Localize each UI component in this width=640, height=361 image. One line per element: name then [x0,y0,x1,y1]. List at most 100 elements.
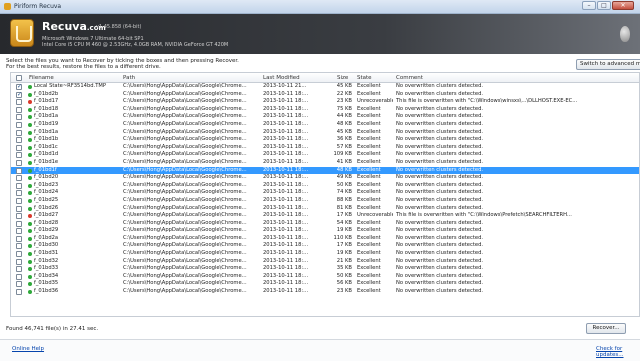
file-row[interactable]: f_01bd29 C:\Users\Hong\AppData\Local\Goog… [11,227,639,235]
file-name: f_01bd23 [34,181,59,188]
file-row[interactable]: f_01bd17 C:\Users\Hong\AppData\Local\Goog… [11,98,639,106]
file-select-checkbox[interactable] [16,273,22,280]
file-row[interactable]: f_01bd27 C:\Users\Hong\AppData\Local\Goog… [11,212,639,220]
file-select-checkbox[interactable] [16,197,22,204]
file-row[interactable]: f_01bd23 C:\Users\Hong\AppData\Local\Goog… [11,181,639,190]
maximize-button[interactable]: □ [597,1,611,10]
system-info: Microsoft Windows 7 Ultimate 64-bit SP1 … [42,36,228,48]
file-select-checkbox[interactable] [16,220,22,227]
file-select-checkbox[interactable] [16,129,22,136]
file-row[interactable]: f_01bd25 C:\Users\Hong\AppData\Local\Goog… [11,197,639,205]
file-row[interactable]: f_01bd28 C:\Users\Hong\AppData\Local\Goog… [11,219,639,228]
minimize-button[interactable]: – [582,1,596,10]
file-path: C:\Users\Hong\AppData\Local\Google\Chrom… [123,98,247,105]
file-row[interactable]: f_01bd1e C:\Users\Hong\AppData\Local\Goog… [11,158,639,167]
file-row[interactable]: f_01bd31 C:\Users\Hong\AppData\Local\Goog… [11,250,639,258]
column-header-comment[interactable]: Comment [396,75,423,81]
file-select-checkbox[interactable] [16,121,22,128]
file-comment: No overwritten clusters detected. [396,174,484,181]
file-size: 44 KB [336,113,352,120]
file-size: 81 KB [336,204,352,211]
file-path: C:\Users\Hong\AppData\Local\Google\Chrom… [123,83,247,89]
file-name: Local State~RF3514bd.TMP [34,83,106,89]
state-indicator-icon [28,92,32,97]
file-row[interactable]: f_01bd1f C:\Users\Hong\AppData\Local\Goog… [11,166,639,175]
file-row[interactable]: f_01bd20 C:\Users\Hong\AppData\Local\Goog… [11,174,639,182]
select-all-checkbox[interactable] [16,75,22,81]
file-row[interactable]: f_01bd32 C:\Users\Hong\AppData\Local\Goog… [11,257,639,266]
file-modified: 2013-10-11 18:... [263,166,309,173]
file-row[interactable]: f_01bd1d C:\Users\Hong\AppData\Local\Goog… [11,151,639,159]
column-header-size[interactable]: Size [337,75,348,81]
file-select-checkbox[interactable] [16,167,22,174]
file-path: C:\Users\Hong\AppData\Local\Google\Chrom… [123,257,247,264]
file-select-checkbox[interactable] [16,228,22,235]
file-row[interactable]: f_01bd1a C:\Users\Hong\AppData\Local\Goog… [11,113,639,121]
file-size: 17 KB [336,242,352,249]
column-header-modified[interactable]: Last Modified [263,75,300,81]
switch-to-advanced-mode-button[interactable]: Switch to advanced mode [576,59,640,70]
check-for-updates-link[interactable]: Check for updates... [596,346,640,358]
file-select-checkbox[interactable] [16,258,22,265]
file-row[interactable]: f_01bd1a C:\Users\Hong\AppData\Local\Goog… [11,129,639,137]
file-row[interactable]: f_01bd2b C:\Users\Hong\AppData\Local\Goog… [11,91,639,98]
file-comment: No overwritten clusters detected. [396,158,484,165]
file-row[interactable]: f_01bd34 C:\Users\Hong\AppData\Local\Goog… [11,273,639,281]
file-select-checkbox[interactable] [16,205,22,212]
file-name: f_01bd1f [34,166,57,173]
file-size: 57 KB [336,143,352,150]
file-row[interactable]: f_01bd35 C:\Users\Hong\AppData\Local\Goog… [11,280,639,288]
file-row[interactable]: f_01bd1b C:\Users\Hong\AppData\Local\Goog… [11,136,639,144]
file-select-checkbox[interactable] [16,83,22,91]
app-version: v1.45.858 (64-bit) [96,24,142,30]
file-row[interactable]: f_01bd36 C:\Users\Hong\AppData\Local\Goog… [11,288,639,296]
file-path: C:\Users\Hong\AppData\Local\Google\Chrom… [123,120,247,127]
file-select-checkbox[interactable] [16,266,22,273]
file-select-checkbox[interactable] [16,152,22,159]
file-select-checkbox[interactable] [16,159,22,166]
file-select-checkbox[interactable] [16,137,22,144]
file-modified: 2013-10-11 18:... [263,219,309,226]
file-row[interactable]: f_01bd1c C:\Users\Hong\AppData\Local\Goog… [11,143,639,152]
file-row[interactable]: f_01bd30 C:\Users\Hong\AppData\Local\Goog… [11,242,639,250]
file-row[interactable]: Local State~RF3514bd.TMP C:\Users\Hong\Ap… [11,83,639,91]
file-select-checkbox[interactable] [16,144,22,151]
file-row[interactable]: f_01bd26 C:\Users\Hong\AppData\Local\Goog… [11,204,639,213]
file-select-checkbox[interactable] [16,281,22,288]
file-select-checkbox[interactable] [16,106,22,113]
file-select-checkbox[interactable] [16,99,22,106]
file-state: Excellent [357,257,381,264]
file-path: C:\Users\Hong\AppData\Local\Google\Chrom… [123,204,247,211]
online-help-link[interactable]: Online Help [12,346,44,352]
close-button[interactable]: ✕ [612,1,634,10]
file-select-checkbox[interactable] [16,235,22,242]
file-row[interactable]: f_01bd24 C:\Users\Hong\AppData\Local\Goog… [11,189,639,197]
column-header-state[interactable]: State [357,75,372,81]
file-row[interactable]: f_01bd33 C:\Users\Hong\AppData\Local\Goog… [11,265,639,273]
file-size: 35 KB [336,265,352,272]
file-select-checkbox[interactable] [16,91,22,98]
column-header-filename[interactable]: Filename [29,75,54,81]
file-row[interactable]: f_01bd18 C:\Users\Hong\AppData\Local\Goog… [11,106,639,114]
file-size: 50 KB [336,181,352,188]
file-size: 17 KB [336,212,352,219]
file-name: f_01bd31 [34,250,59,257]
state-indicator-icon [28,290,32,295]
file-select-checkbox[interactable] [16,289,22,296]
file-select-checkbox[interactable] [16,251,22,258]
state-indicator-icon [28,153,32,158]
state-indicator-icon [28,122,32,127]
file-select-checkbox[interactable] [16,213,22,220]
recover-button[interactable]: Recover... [586,323,626,334]
footer: Online Help Check for updates... [0,339,640,361]
file-path: C:\Users\Hong\AppData\Local\Google\Chrom… [123,250,247,257]
file-select-checkbox[interactable] [16,243,22,250]
file-name: f_01bd19 [34,120,59,127]
file-select-checkbox[interactable] [16,182,22,189]
column-header-path[interactable]: Path [123,75,135,81]
file-select-checkbox[interactable] [16,190,22,197]
file-row[interactable]: f_01bd19 C:\Users\Hong\AppData\Local\Goog… [11,120,639,129]
file-row[interactable]: f_01bd2a C:\Users\Hong\AppData\Local\Goog… [11,235,639,243]
file-select-checkbox[interactable] [16,175,22,182]
file-select-checkbox[interactable] [16,114,22,121]
